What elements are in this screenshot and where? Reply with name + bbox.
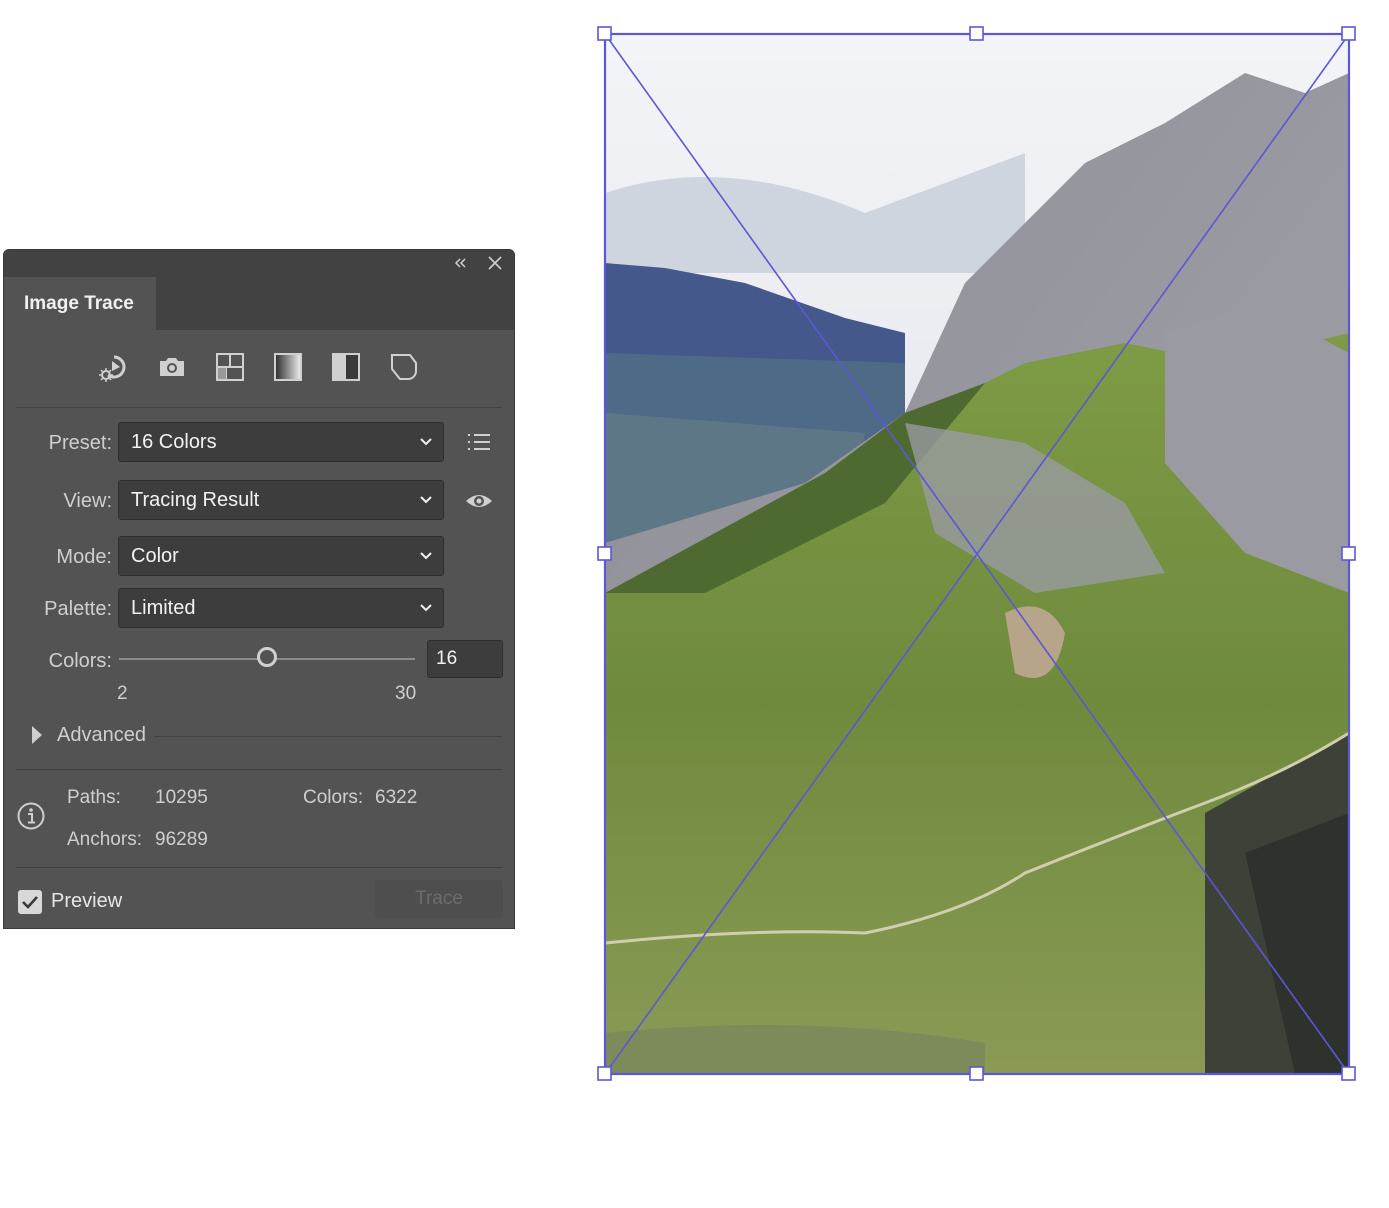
colors-min: 2 bbox=[117, 683, 128, 704]
outline-icon[interactable] bbox=[386, 349, 422, 385]
preset-label: Preset: bbox=[48, 432, 112, 454]
divider bbox=[16, 867, 502, 868]
preset-icon-row bbox=[4, 346, 514, 396]
high-color-icon[interactable] bbox=[154, 349, 190, 385]
trace-button[interactable]: Trace bbox=[375, 880, 503, 918]
eye-icon[interactable] bbox=[464, 486, 494, 516]
advanced-divider bbox=[154, 736, 502, 737]
preset-dropdown[interactable]: 16 Colors bbox=[118, 422, 444, 462]
mode-dropdown[interactable]: Color bbox=[118, 536, 444, 576]
palette-dropdown[interactable]: Limited bbox=[118, 588, 444, 628]
low-color-icon[interactable] bbox=[212, 349, 248, 385]
colors-slider-knob[interactable] bbox=[257, 647, 277, 667]
black-and-white-icon[interactable] bbox=[328, 349, 364, 385]
view-label: View: bbox=[63, 490, 112, 512]
grayscale-icon[interactable] bbox=[270, 349, 306, 385]
close-icon[interactable] bbox=[486, 254, 504, 272]
preview-label[interactable]: Preview bbox=[51, 890, 122, 913]
preview-checkbox[interactable] bbox=[18, 890, 42, 914]
panel-tabbar: Image Trace bbox=[4, 277, 514, 330]
chevron-down-icon bbox=[420, 552, 432, 560]
auto-color-icon[interactable] bbox=[96, 349, 132, 385]
view-dropdown[interactable]: Tracing Result bbox=[118, 480, 444, 520]
mode-label: Mode: bbox=[56, 546, 112, 568]
colors-label: Colors: bbox=[48, 650, 112, 672]
colors-input[interactable]: 16 bbox=[427, 640, 503, 678]
preset-value: 16 Colors bbox=[131, 431, 217, 453]
checkmark-icon bbox=[22, 896, 38, 909]
image-trace-panel: Image Trace Preset: 16 Colors View: Trac… bbox=[3, 249, 515, 929]
advanced-disclosure-icon[interactable] bbox=[32, 726, 42, 744]
collapse-icon[interactable] bbox=[452, 254, 470, 272]
colors-stat-value: 6322 bbox=[375, 787, 418, 808]
chevron-down-icon bbox=[420, 496, 432, 504]
manage-presets-icon[interactable] bbox=[464, 428, 494, 458]
anchors-label: Anchors: bbox=[67, 829, 142, 850]
palette-label: Palette: bbox=[44, 598, 112, 620]
chevron-down-icon bbox=[420, 438, 432, 446]
paths-label: Paths: bbox=[67, 787, 121, 808]
divider bbox=[16, 769, 502, 770]
view-value: Tracing Result bbox=[131, 489, 260, 511]
divider bbox=[16, 407, 502, 408]
colors-max: 30 bbox=[395, 683, 417, 704]
paths-value: 10295 bbox=[155, 787, 208, 808]
traced-image[interactable] bbox=[605, 33, 1349, 1074]
anchors-value: 96289 bbox=[155, 829, 208, 850]
advanced-label[interactable]: Advanced bbox=[57, 724, 146, 747]
colors-stat-label: Colors: bbox=[303, 787, 364, 808]
chevron-down-icon bbox=[420, 604, 432, 612]
palette-value: Limited bbox=[131, 597, 196, 619]
panel-titlebar[interactable] bbox=[4, 250, 514, 277]
mode-value: Color bbox=[131, 545, 179, 567]
tab-image-trace[interactable]: Image Trace bbox=[4, 277, 156, 330]
info-icon bbox=[16, 801, 46, 831]
